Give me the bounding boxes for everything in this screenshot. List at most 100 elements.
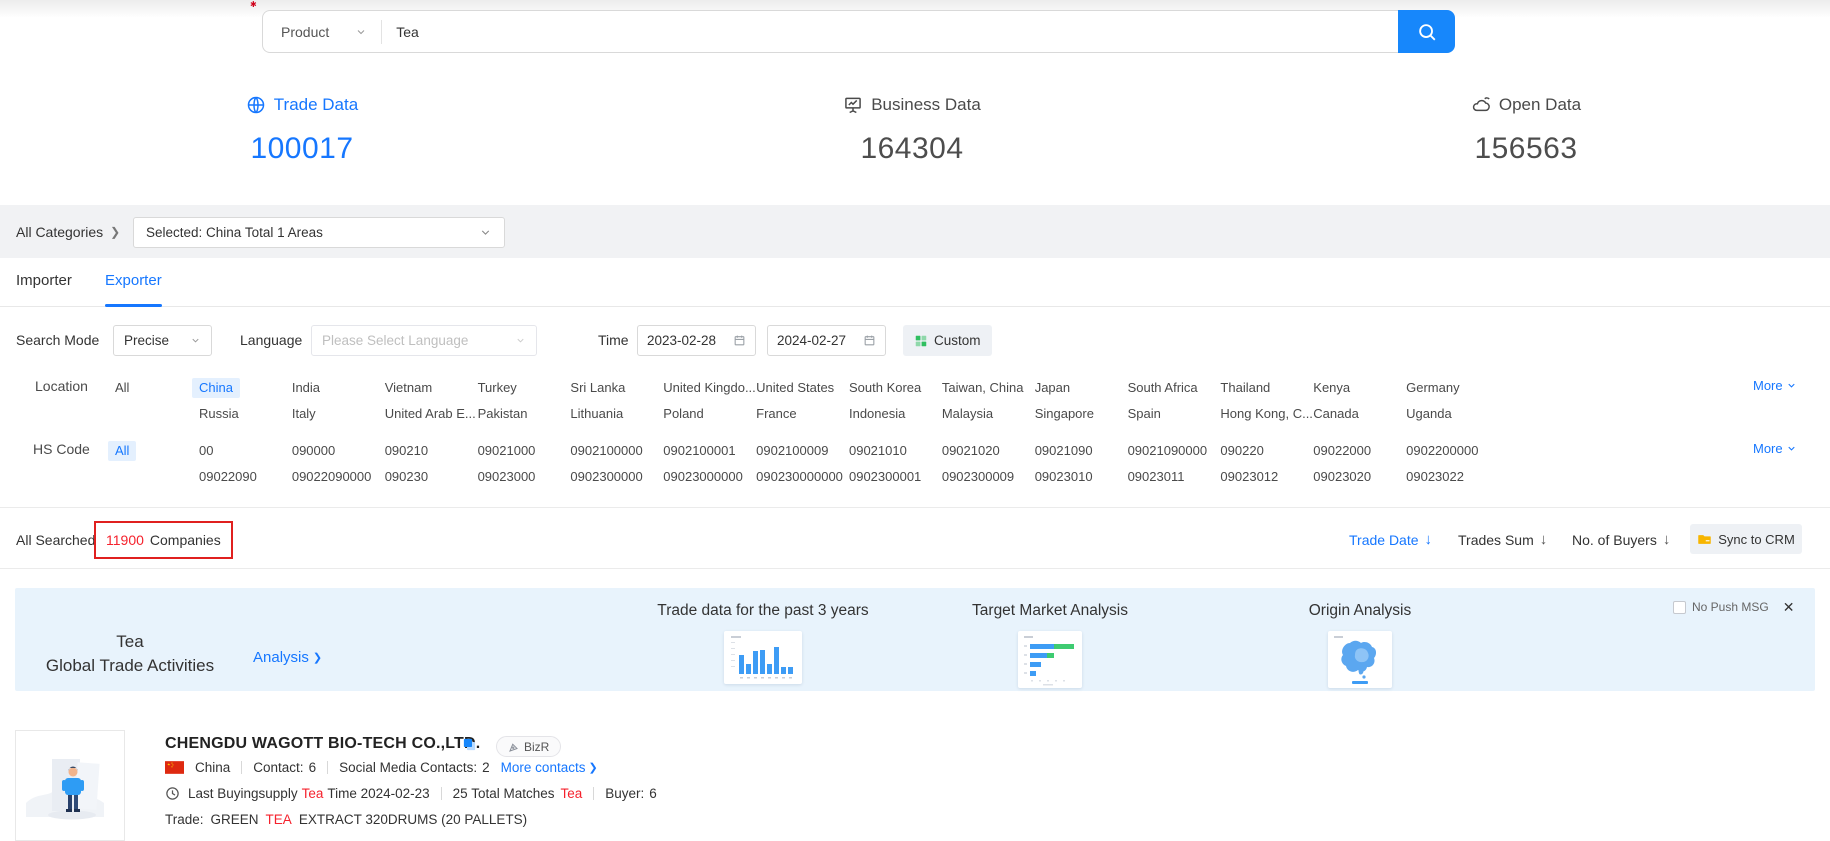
- location-option[interactable]: South Africa: [1128, 378, 1198, 398]
- location-more-link[interactable]: More: [1753, 378, 1797, 393]
- hs-code-option[interactable]: 09021000: [478, 441, 536, 461]
- hs-code-option[interactable]: 09021010: [849, 441, 907, 461]
- hs-code-option[interactable]: 090230000000: [756, 467, 843, 487]
- location-option[interactable]: Canada: [1313, 404, 1359, 424]
- globe-icon: [246, 95, 266, 115]
- location-option[interactable]: Lithuania: [570, 404, 623, 424]
- hs-code-option[interactable]: 090230: [385, 467, 428, 487]
- hs-code-all-option[interactable]: All: [108, 441, 136, 461]
- hs-code-option[interactable]: 09022000: [1313, 441, 1371, 461]
- hs-code-option[interactable]: 0902200000: [1406, 441, 1478, 461]
- hs-code-option[interactable]: 0902300000: [570, 467, 642, 487]
- custom-time-label: Custom: [934, 333, 981, 348]
- search-mode-select[interactable]: Precise: [113, 325, 212, 356]
- selected-areas-dropdown[interactable]: Selected: China Total 1 Areas: [133, 217, 505, 248]
- location-option[interactable]: Vietnam: [385, 378, 432, 398]
- location-option[interactable]: United Kingdo...: [663, 378, 756, 398]
- china-map-icon: [1328, 631, 1392, 688]
- hs-code-option[interactable]: 09023000: [478, 467, 536, 487]
- date-from-input[interactable]: 2023-02-28: [637, 325, 756, 356]
- tab-importer[interactable]: Importer: [16, 272, 72, 289]
- location-option[interactable]: Taiwan, China: [942, 378, 1024, 398]
- trade-label: Trade:: [165, 812, 204, 827]
- location-option[interactable]: China: [192, 378, 240, 398]
- copy-icon[interactable]: [462, 737, 477, 757]
- location-option[interactable]: Poland: [663, 404, 703, 424]
- hs-code-option[interactable]: 0902100000: [570, 441, 642, 461]
- close-icon[interactable]: ✕: [1783, 601, 1795, 614]
- hs-code-option[interactable]: 090000: [292, 441, 335, 461]
- location-option[interactable]: Italy: [292, 404, 316, 424]
- language-select[interactable]: Please Select Language: [311, 325, 537, 356]
- hs-code-option[interactable]: 0902100009: [756, 441, 828, 461]
- hs-code-option[interactable]: 090210: [385, 441, 428, 461]
- location-option[interactable]: Pakistan: [478, 404, 528, 424]
- analysis-link[interactable]: Analysis ❯: [253, 649, 322, 666]
- all-categories-link[interactable]: All Categories ❯: [16, 224, 120, 240]
- sort-trades-sum[interactable]: Trades Sum ↓: [1458, 532, 1547, 548]
- search-input[interactable]: [382, 24, 1398, 40]
- location-option[interactable]: Hong Kong, C...: [1220, 404, 1313, 424]
- no-push-checkbox[interactable]: [1673, 601, 1686, 614]
- date-from-value: 2023-02-28: [647, 333, 716, 348]
- location-option[interactable]: Indonesia: [849, 404, 905, 424]
- hs-code-option[interactable]: 09022090: [199, 467, 257, 487]
- location-option[interactable]: Spain: [1128, 404, 1161, 424]
- hs-code-option[interactable]: 09022090000: [292, 467, 372, 487]
- location-option[interactable]: Japan: [1035, 378, 1070, 398]
- location-option[interactable]: France: [756, 404, 796, 424]
- hs-code-option[interactable]: 09021020: [942, 441, 1000, 461]
- stat-trade-data[interactable]: Trade Data 100017: [152, 95, 452, 166]
- hs-code-option[interactable]: 0902300001: [849, 467, 921, 487]
- location-all-option[interactable]: All: [115, 378, 129, 398]
- date-to-input[interactable]: 2024-02-27: [767, 325, 886, 356]
- hs-code-option[interactable]: 09023022: [1406, 467, 1464, 487]
- hs-code-option[interactable]: 090220: [1220, 441, 1263, 461]
- location-option[interactable]: Kenya: [1313, 378, 1350, 398]
- target-market-thumbnail[interactable]: [1018, 631, 1082, 688]
- company-thumbnail[interactable]: [15, 730, 125, 841]
- location-option[interactable]: Germany: [1406, 378, 1459, 398]
- hs-code-option[interactable]: 09023020: [1313, 467, 1371, 487]
- origin-analysis-thumbnail[interactable]: [1328, 631, 1392, 688]
- trade-post: EXTRACT 320DRUMS (20 PALLETS): [299, 812, 527, 827]
- location-option[interactable]: Russia: [199, 404, 239, 424]
- search-category-select[interactable]: Product: [263, 11, 381, 52]
- location-option[interactable]: Thailand: [1220, 378, 1270, 398]
- location-option[interactable]: Sri Lanka: [570, 378, 625, 398]
- stat-value: 156563: [1376, 132, 1676, 166]
- location-option[interactable]: Turkey: [478, 378, 517, 398]
- location-option[interactable]: Malaysia: [942, 404, 993, 424]
- hs-code-option[interactable]: 0902100001: [663, 441, 735, 461]
- stat-business-data[interactable]: Business Data 164304: [762, 95, 1062, 166]
- hs-code-option[interactable]: 09023012: [1220, 467, 1278, 487]
- hs-code-option[interactable]: 09023011: [1128, 467, 1185, 487]
- company-name[interactable]: CHENGDU WAGOTT BIO-TECH CO.,LTD.: [165, 735, 480, 753]
- hs-code-option[interactable]: 09021090: [1035, 441, 1093, 461]
- location-option[interactable]: Singapore: [1035, 404, 1094, 424]
- last-supply-post: Time 2024-02-23: [327, 786, 429, 801]
- bar-chart-thumbnail[interactable]: [724, 631, 802, 684]
- custom-time-button[interactable]: Custom: [903, 325, 992, 356]
- hs-code-option[interactable]: 09023010: [1035, 467, 1093, 487]
- keyword-highlight: TEA: [266, 812, 292, 827]
- location-option[interactable]: Uganda: [1406, 404, 1452, 424]
- location-option[interactable]: United States: [756, 378, 834, 398]
- more-contacts-link[interactable]: More contacts ❯: [501, 760, 598, 775]
- hs-code-more-link[interactable]: More: [1753, 441, 1797, 456]
- hs-code-option[interactable]: 00: [199, 441, 213, 461]
- stat-open-data[interactable]: Open Data 156563: [1376, 95, 1676, 166]
- location-option[interactable]: India: [292, 378, 320, 398]
- search-button[interactable]: [1398, 10, 1455, 53]
- sort-no-of-buyers[interactable]: No. of Buyers ↓: [1572, 532, 1670, 548]
- sort-trade-date[interactable]: Trade Date ↓: [1349, 532, 1432, 548]
- hs-code-option[interactable]: 0902300009: [942, 467, 1014, 487]
- bizr-badge[interactable]: BizR: [496, 736, 561, 757]
- hs-code-option[interactable]: 09021090000: [1128, 441, 1208, 461]
- location-option[interactable]: United Arab E...: [385, 404, 476, 424]
- tab-exporter[interactable]: Exporter: [105, 272, 162, 289]
- sync-to-crm-button[interactable]: Sync to CRM: [1690, 524, 1802, 554]
- location-option[interactable]: South Korea: [849, 378, 921, 398]
- hs-code-option[interactable]: 09023000000: [663, 467, 743, 487]
- more-label: More: [1753, 441, 1783, 456]
